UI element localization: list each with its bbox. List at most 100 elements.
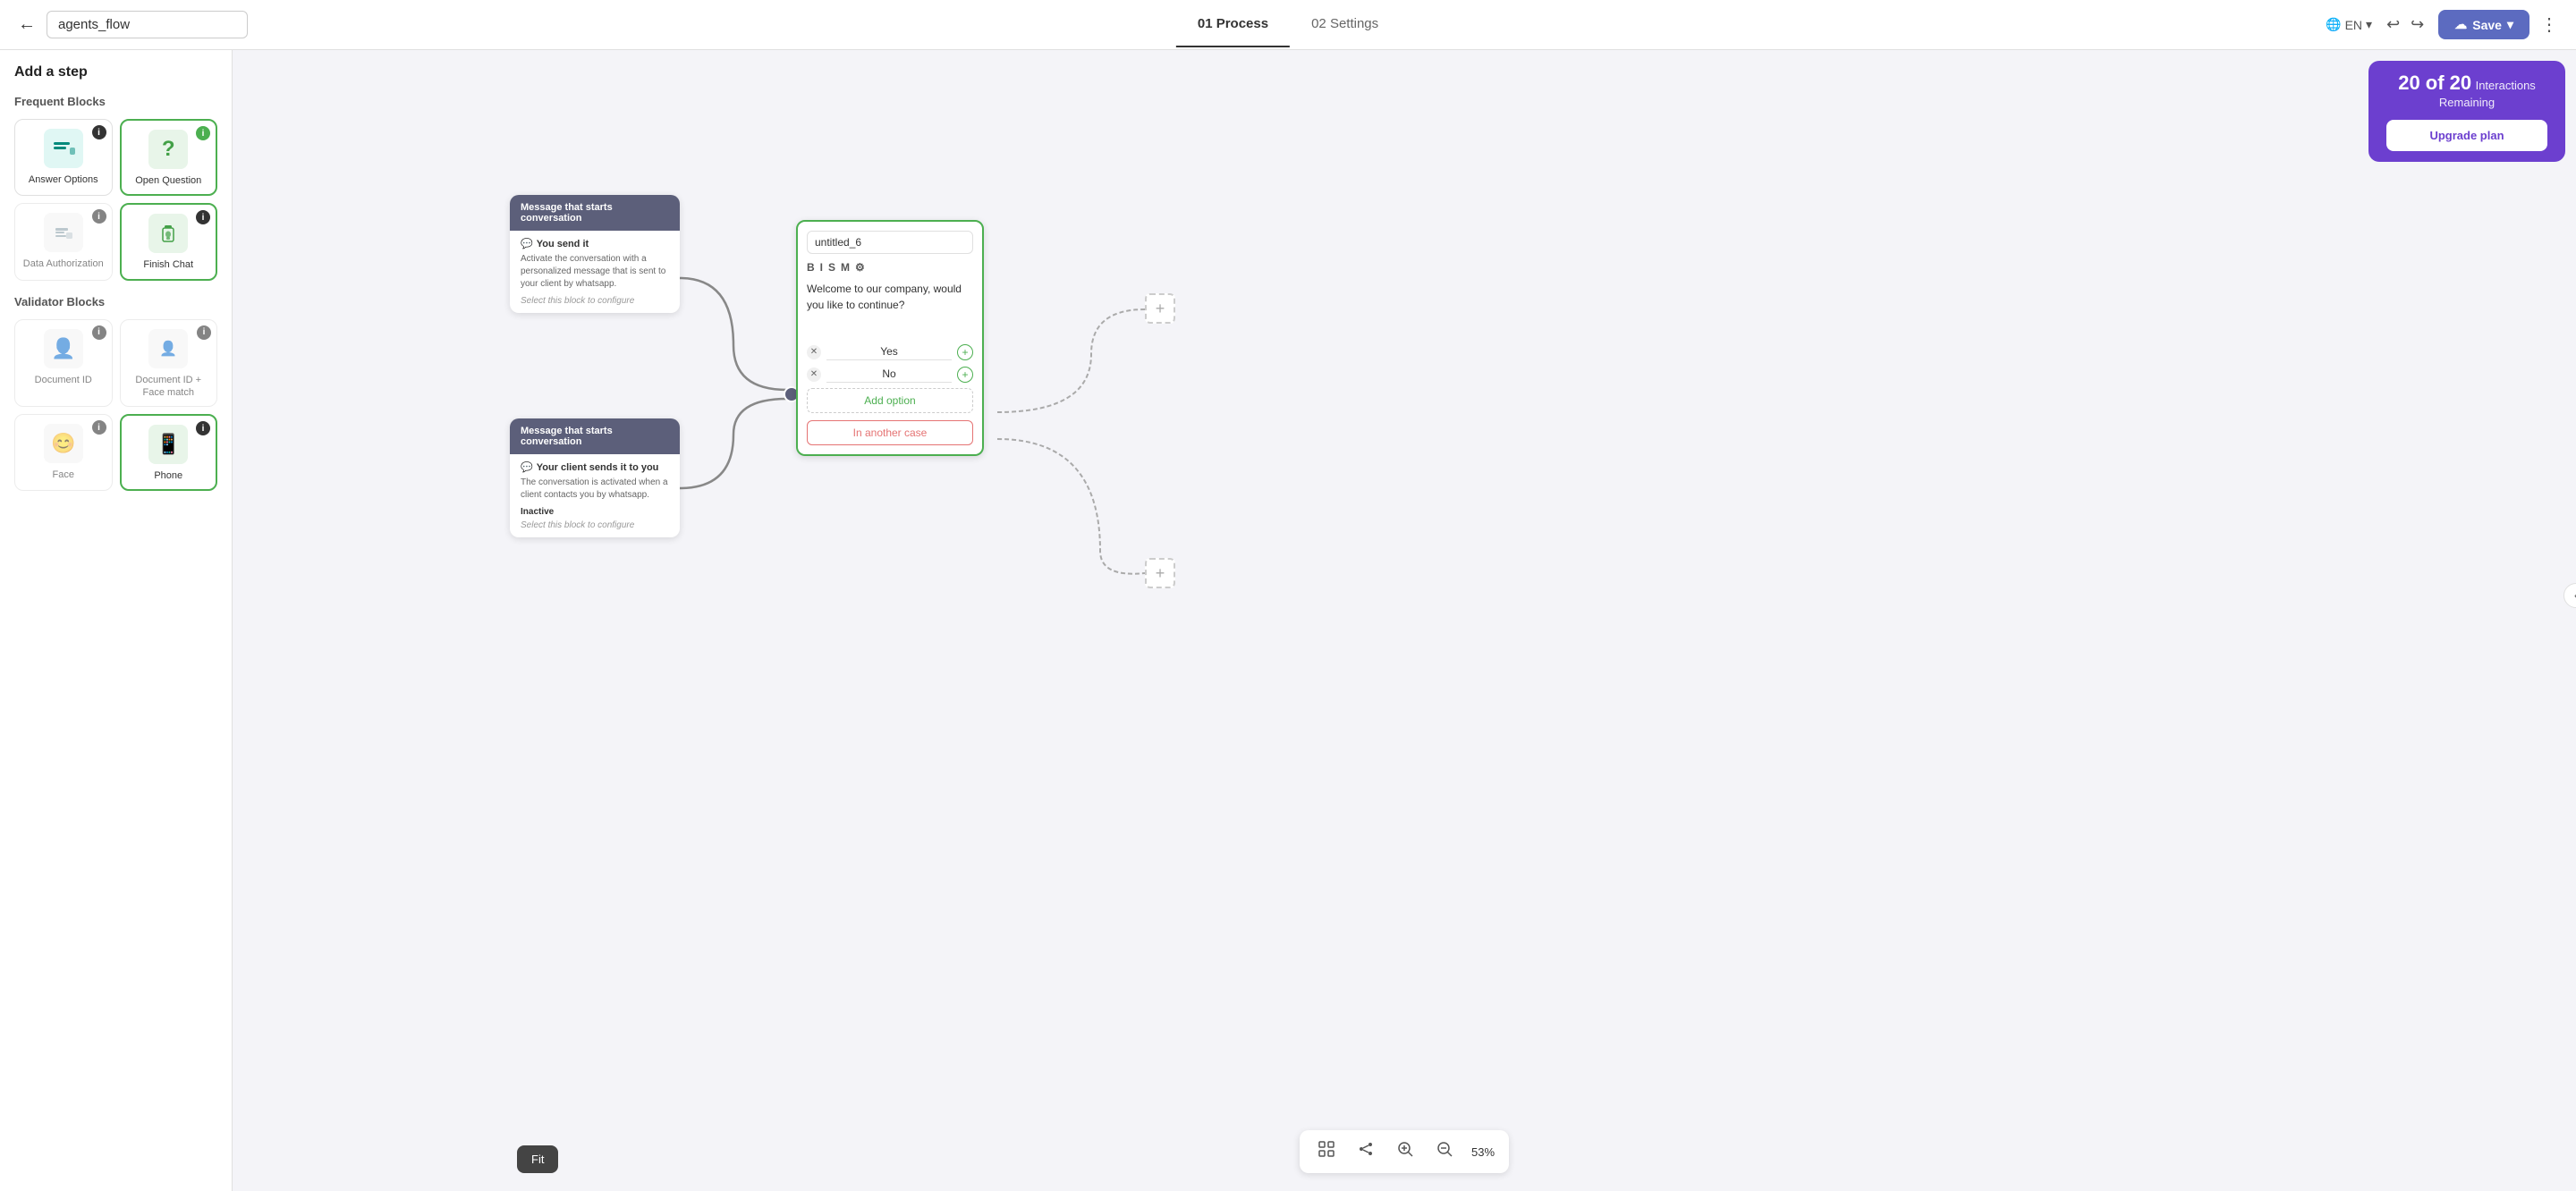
no-option-label: No xyxy=(826,366,952,383)
info-icon: i xyxy=(196,126,210,140)
whatsapp-icon: 💬 xyxy=(521,461,533,473)
answer-options-icon xyxy=(44,129,83,168)
flow-canvas: Message that starts conversation 💬 You s… xyxy=(233,50,2576,1191)
interactions-badge: 20 of 20 InteractionsRemaining Upgrade p… xyxy=(2368,61,2565,162)
open-question-node[interactable]: B I S M ⚙ Welcome to our company, would … xyxy=(796,220,984,456)
header-right: 🌐 EN ▾ ↩ ↪ ☁ Save ▾ ⋮ xyxy=(2326,10,2558,39)
redo-button[interactable]: ↪ xyxy=(2407,12,2428,38)
face-label: Face xyxy=(53,469,74,481)
block-face[interactable]: i 😊 Face xyxy=(14,414,113,491)
cloud-icon: ☁ xyxy=(2454,17,2467,32)
globe-icon: 🌐 xyxy=(2326,17,2341,32)
description: Activate the conversation with a persona… xyxy=(521,253,669,291)
remove-yes-button[interactable]: ✕ xyxy=(807,345,821,359)
document-id-icon: 👤 xyxy=(44,329,83,368)
whatsapp-icon: 💬 xyxy=(521,238,533,249)
info-icon: i xyxy=(92,420,106,435)
plus-node-top-right[interactable]: + xyxy=(1145,293,1175,324)
remove-no-button[interactable]: ✕ xyxy=(807,367,821,382)
document-id-face-icon: 👤 xyxy=(148,329,188,368)
inactive-badge: Inactive xyxy=(521,507,669,517)
flow-title-input[interactable] xyxy=(47,11,248,38)
canvas-toolbar: 53% xyxy=(1300,1130,1509,1173)
oq-name-input[interactable] xyxy=(807,231,973,254)
oq-option-no: ✕ No + xyxy=(807,366,973,383)
plus-node-bottom-right[interactable]: + xyxy=(1145,558,1175,588)
info-icon: i xyxy=(197,325,211,340)
data-auth-icon xyxy=(44,213,83,252)
lang-label: EN xyxy=(2345,18,2362,32)
node-header: Message that starts conversation xyxy=(510,418,680,454)
frequent-blocks-grid: i Answer Options i ? Open Question i Dat… xyxy=(14,119,217,281)
info-icon: i xyxy=(196,421,210,435)
mono-button[interactable]: M xyxy=(841,261,850,274)
answer-options-label: Answer Options xyxy=(29,173,98,186)
data-auth-label: Data Authorization xyxy=(23,258,104,270)
validator-blocks-label: Validator Blocks xyxy=(14,295,217,308)
config-text: Select this block to configure xyxy=(521,296,669,306)
block-finish-chat[interactable]: i Finish Chat xyxy=(120,203,218,280)
fit-to-screen-button[interactable] xyxy=(1307,1133,1346,1170)
block-phone[interactable]: i 📱 Phone xyxy=(120,414,218,491)
description: The conversation is activated when a cli… xyxy=(521,477,669,502)
validator-blocks-grid: i 👤 Document ID i 👤 Document ID + Face m… xyxy=(14,319,217,492)
strikethrough-button[interactable]: S xyxy=(828,261,835,274)
tab-settings[interactable]: 02 Settings xyxy=(1290,2,1400,47)
bold-button[interactable]: B xyxy=(807,261,815,274)
phone-icon: 📱 xyxy=(148,425,188,464)
share-button[interactable] xyxy=(1346,1133,1385,1170)
info-icon: i xyxy=(196,210,210,224)
config-text: Select this block to configure xyxy=(521,520,669,530)
italic-button[interactable]: I xyxy=(820,261,823,274)
block-answer-options[interactable]: i Answer Options xyxy=(14,119,113,196)
finish-chat-icon xyxy=(148,214,188,253)
frequent-blocks-label: Frequent Blocks xyxy=(14,95,217,108)
yes-option-label: Yes xyxy=(826,343,952,360)
interactions-count-text: 20 of 20 InteractionsRemaining xyxy=(2386,72,2547,111)
tab-process[interactable]: 01 Process xyxy=(1176,2,1290,47)
zoom-percentage: 53% xyxy=(1464,1145,1502,1159)
block-document-id-face[interactable]: i 👤 Document ID + Face match xyxy=(120,319,218,408)
save-label: Save xyxy=(2472,18,2502,32)
info-icon: i xyxy=(92,125,106,139)
oq-option-yes: ✕ Yes + xyxy=(807,343,973,360)
undo-button[interactable]: ↩ xyxy=(2383,12,2403,38)
settings-icon[interactable]: ⚙ xyxy=(855,261,865,274)
upgrade-plan-button[interactable]: Upgrade plan xyxy=(2386,120,2547,151)
undo-redo-group: ↩ ↪ xyxy=(2383,12,2428,38)
document-id-label: Document ID xyxy=(35,374,92,386)
another-case-button[interactable]: In another case xyxy=(807,420,973,445)
finish-chat-label: Finish Chat xyxy=(143,258,193,271)
save-button[interactable]: ☁ Save ▾ xyxy=(2438,10,2529,39)
info-icon: i xyxy=(92,209,106,224)
oq-toolbar: B I S M ⚙ xyxy=(807,261,973,274)
back-button[interactable]: ← xyxy=(18,14,36,35)
send-label: 💬 Your client sends it to you xyxy=(521,461,669,473)
block-open-question[interactable]: i ? Open Question xyxy=(120,119,218,196)
more-options-button[interactable]: ⋮ xyxy=(2540,13,2558,36)
language-selector[interactable]: 🌐 EN ▾ xyxy=(2326,17,2372,32)
no-option-add-button[interactable]: + xyxy=(957,367,973,383)
zoom-out-button[interactable] xyxy=(1425,1133,1464,1170)
oq-content-area: B I S M ⚙ Welcome to our company, would … xyxy=(798,222,982,454)
app-header: ← 01 Process 02 Settings 🌐 EN ▾ ↩ ↪ ☁ Sa… xyxy=(0,0,2576,50)
oq-content-text: Welcome to our company, would you like t… xyxy=(807,281,973,334)
block-document-id[interactable]: i 👤 Document ID xyxy=(14,319,113,408)
interactions-count: 20 of 20 xyxy=(2398,72,2471,94)
fit-button[interactable]: Fit xyxy=(517,1145,558,1173)
yes-option-add-button[interactable]: + xyxy=(957,344,973,360)
save-dropdown-icon: ▾ xyxy=(2507,17,2513,32)
chevron-down-icon: ▾ xyxy=(2366,17,2372,32)
add-option-button[interactable]: Add option xyxy=(807,388,973,413)
open-question-icon: ? xyxy=(148,130,188,169)
sidebar-title: Add a step xyxy=(14,64,217,80)
node-body: 💬 You send it Activate the conversation … xyxy=(510,231,680,313)
zoom-in-button[interactable] xyxy=(1385,1133,1425,1170)
document-id-face-label: Document ID + Face match xyxy=(128,374,210,400)
block-data-authorization[interactable]: i Data Authorization xyxy=(14,203,113,280)
header-tabs: 01 Process 02 Settings xyxy=(1176,2,1400,47)
start-message-bottom-node[interactable]: Message that starts conversation 💬 Your … xyxy=(510,418,680,537)
info-icon: i xyxy=(92,325,106,340)
node-body: 💬 Your client sends it to you The conver… xyxy=(510,454,680,537)
start-message-top-node[interactable]: Message that starts conversation 💬 You s… xyxy=(510,195,680,313)
